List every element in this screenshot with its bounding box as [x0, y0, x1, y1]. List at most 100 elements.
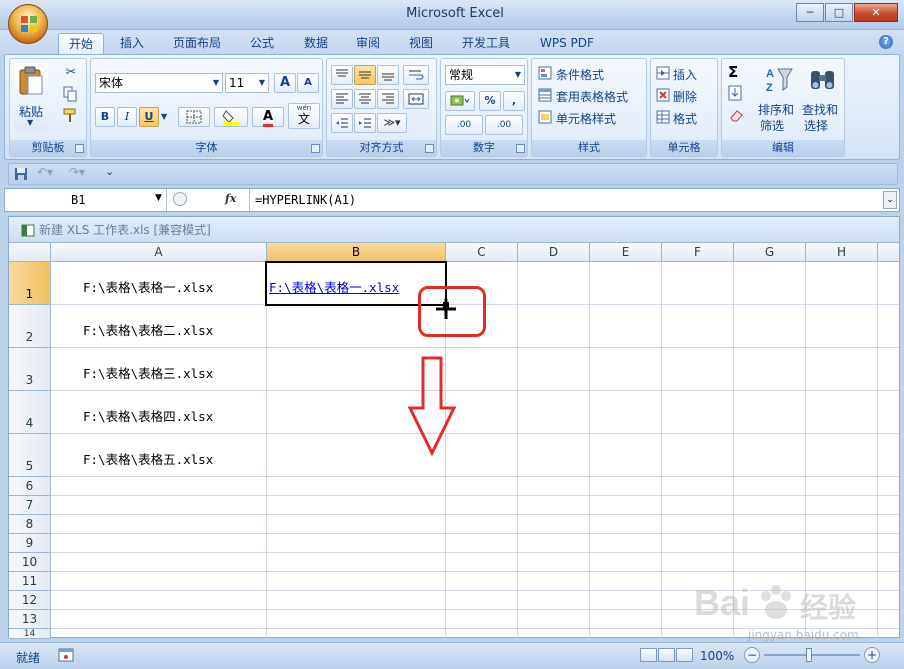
- column-header-e[interactable]: E: [590, 243, 662, 262]
- undo-icon[interactable]: ↶▾: [37, 165, 53, 179]
- cell-styles-button[interactable]: 单元格样式: [536, 109, 644, 127]
- tab-page-layout[interactable]: 页面布局: [163, 33, 231, 54]
- row-header-1[interactable]: 1: [9, 262, 51, 305]
- redo-icon[interactable]: ↷▾: [69, 165, 85, 179]
- column-header-g[interactable]: G: [734, 243, 806, 262]
- zoom-slider-track[interactable]: [764, 654, 860, 656]
- tab-developer[interactable]: 开发工具: [452, 33, 520, 54]
- merge-center-button[interactable]: [403, 89, 429, 109]
- tab-home[interactable]: 开始: [58, 33, 105, 54]
- bold-button[interactable]: B: [95, 107, 115, 127]
- cell-a5[interactable]: F:\表格\表格五.xlsx: [83, 449, 213, 468]
- column-header-f[interactable]: F: [662, 243, 734, 262]
- tab-wps-pdf[interactable]: WPS PDF: [530, 33, 604, 54]
- paste-button[interactable]: 粘贴 ▼: [14, 63, 48, 131]
- delete-cells-button[interactable]: 删除: [655, 87, 715, 105]
- zoom-out-button[interactable]: −: [744, 647, 760, 663]
- normal-view-button[interactable]: [640, 648, 657, 662]
- conditional-format-button[interactable]: 条件格式: [536, 65, 644, 83]
- align-top-button[interactable]: [331, 65, 353, 85]
- align-middle-button[interactable]: [354, 65, 376, 85]
- hyperlink-b1[interactable]: F:\表格\表格一.xlsx: [269, 277, 399, 296]
- font-launcher-icon[interactable]: [311, 144, 320, 153]
- cut-icon[interactable]: ✂: [62, 65, 80, 81]
- wrap-text-button[interactable]: [403, 65, 429, 85]
- grow-font-button[interactable]: A: [274, 73, 296, 93]
- zoom-in-button[interactable]: +: [864, 647, 880, 663]
- column-header-b[interactable]: B: [267, 243, 446, 262]
- find-select-button[interactable]: 查找和 选择: [802, 63, 844, 133]
- fill-button[interactable]: [728, 85, 750, 103]
- row-header-8[interactable]: 8: [9, 515, 51, 534]
- macro-record-icon[interactable]: [58, 648, 74, 662]
- shrink-font-button[interactable]: A: [297, 73, 319, 93]
- align-left-button[interactable]: [331, 89, 353, 109]
- font-name-select[interactable]: 宋体 ▼: [95, 73, 223, 93]
- comma-button[interactable]: ,: [503, 91, 525, 111]
- format-cells-button[interactable]: 格式: [655, 109, 715, 127]
- cell-a4[interactable]: F:\表格\表格四.xlsx: [83, 406, 213, 425]
- font-size-select[interactable]: 11 ▼: [225, 73, 269, 93]
- clipboard-launcher-icon[interactable]: [75, 144, 84, 153]
- row-header-3[interactable]: 3: [9, 348, 51, 391]
- format-as-table-button[interactable]: 套用表格格式: [536, 87, 644, 105]
- row-header-5[interactable]: 5: [9, 434, 51, 477]
- decrease-indent-button[interactable]: [331, 113, 353, 133]
- decrease-decimal-button[interactable]: .00: [485, 115, 523, 135]
- tab-formulas[interactable]: 公式: [240, 33, 284, 54]
- orientation-button[interactable]: ≫▾: [377, 113, 407, 133]
- page-layout-view-button[interactable]: [658, 648, 675, 662]
- currency-button[interactable]: [445, 91, 475, 111]
- close-button[interactable]: ✕: [854, 3, 898, 22]
- column-header-c[interactable]: C: [446, 243, 518, 262]
- row-header-11[interactable]: 11: [9, 572, 51, 591]
- tab-review[interactable]: 审阅: [346, 33, 390, 54]
- row-header-2[interactable]: 2: [9, 305, 51, 348]
- name-box[interactable]: B1: [5, 189, 167, 211]
- row-header-13[interactable]: 13: [9, 610, 51, 629]
- select-all-corner[interactable]: [9, 243, 51, 262]
- column-header-d[interactable]: D: [518, 243, 590, 262]
- align-bottom-button[interactable]: [377, 65, 399, 85]
- clear-button[interactable]: [728, 107, 750, 125]
- chevron-down-icon[interactable]: ▼: [161, 112, 167, 121]
- expand-formula-bar-icon[interactable]: ⌄: [883, 191, 897, 209]
- column-header-a[interactable]: A: [51, 243, 267, 262]
- autosum-button[interactable]: Σ: [728, 63, 752, 81]
- column-header-h[interactable]: H: [806, 243, 878, 262]
- fill-color-button[interactable]: [214, 107, 248, 127]
- percent-button[interactable]: %: [479, 91, 501, 111]
- tab-data[interactable]: 数据: [294, 33, 338, 54]
- tab-insert[interactable]: 插入: [110, 33, 154, 54]
- row-header-9[interactable]: 9: [9, 534, 51, 553]
- sort-filter-button[interactable]: AZ 排序和 筛选: [758, 63, 800, 133]
- name-box-dropdown-icon[interactable]: ▼: [155, 193, 162, 203]
- row-header-7[interactable]: 7: [9, 496, 51, 515]
- zoom-level[interactable]: 100%: [700, 649, 734, 663]
- row-header-14[interactable]: 14: [9, 629, 51, 639]
- borders-button[interactable]: [178, 107, 210, 127]
- zoom-slider-thumb[interactable]: [806, 648, 812, 662]
- page-break-view-button[interactable]: [676, 648, 693, 662]
- cell-a2[interactable]: F:\表格\表格二.xlsx: [83, 320, 213, 339]
- number-format-select[interactable]: 常规 ▼: [445, 65, 525, 85]
- alignment-launcher-icon[interactable]: [425, 144, 434, 153]
- increase-indent-button[interactable]: [354, 113, 376, 133]
- copy-icon[interactable]: [62, 86, 80, 102]
- underline-button[interactable]: U: [139, 107, 159, 127]
- format-painter-icon[interactable]: [62, 107, 80, 123]
- save-icon[interactable]: [14, 167, 28, 181]
- increase-decimal-button[interactable]: .00: [445, 115, 483, 135]
- insert-cells-button[interactable]: 插入: [655, 65, 715, 83]
- maximize-button[interactable]: □: [825, 3, 853, 22]
- italic-button[interactable]: I: [117, 107, 137, 127]
- row-header-4[interactable]: 4: [9, 391, 51, 434]
- help-icon[interactable]: ?: [879, 35, 893, 49]
- customize-qat-icon[interactable]: ⌄: [105, 165, 114, 178]
- row-header-10[interactable]: 10: [9, 553, 51, 572]
- insert-function-icon[interactable]: fx: [225, 192, 243, 208]
- formula-input[interactable]: =HYPERLINK(A1): [255, 189, 356, 211]
- office-button[interactable]: [8, 4, 48, 44]
- tab-view[interactable]: 视图: [399, 33, 443, 54]
- align-center-button[interactable]: [354, 89, 376, 109]
